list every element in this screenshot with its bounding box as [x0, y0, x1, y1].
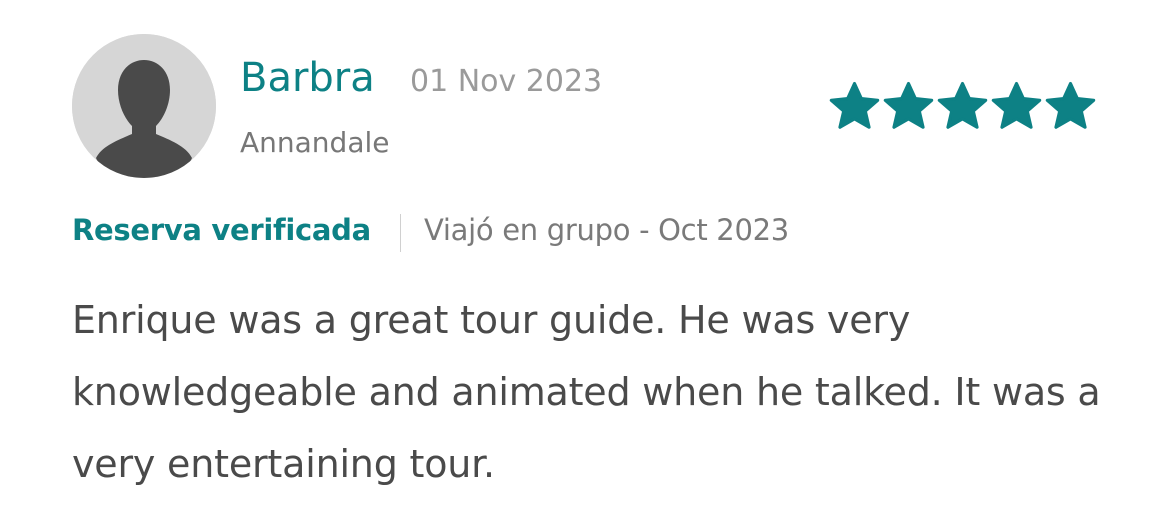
review-date: 01 Nov 2023: [410, 64, 603, 99]
review-text: Enrique was a great tour guide. He was v…: [72, 298, 1101, 486]
star-icon: [990, 80, 1043, 133]
star-icon: [1044, 80, 1097, 133]
default-user-silhouette-icon: [72, 34, 216, 178]
review-card: Barbra 01 Nov 2023 Annandale Reserva ver…: [0, 0, 1165, 514]
star-rating: [828, 80, 1098, 136]
verified-booking-label: Reserva verificada: [72, 213, 371, 247]
meta-divider: [400, 214, 401, 252]
trip-info: Viajó en grupo - Oct 2023: [424, 213, 789, 247]
star-icon: [828, 80, 881, 133]
reviewer-location: Annandale: [240, 126, 390, 159]
reviewer-name: Barbra: [240, 55, 375, 101]
star-icon: [882, 80, 935, 133]
avatar: [72, 34, 216, 178]
star-icon: [936, 80, 989, 133]
